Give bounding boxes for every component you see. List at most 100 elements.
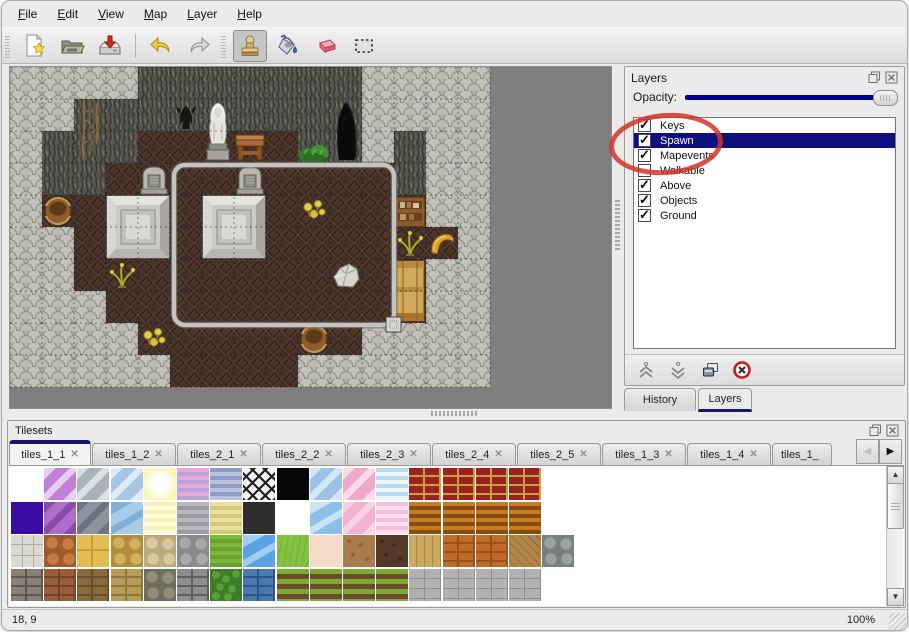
raise-layer-button[interactable] — [633, 358, 659, 382]
tileset-tile[interactable] — [77, 502, 109, 534]
scroll-tabs-right-button[interactable]: ▶ — [879, 439, 902, 464]
opacity-slider[interactable] — [685, 95, 896, 100]
layer-row-walkable[interactable]: Walkable — [634, 163, 895, 178]
toolbar-grip[interactable] — [5, 34, 10, 58]
layer-row-mapevents[interactable]: Mapevents — [634, 148, 895, 163]
tileset-tile[interactable] — [343, 569, 375, 601]
tileset-tile[interactable] — [44, 502, 76, 534]
tileset-tile[interactable] — [310, 569, 342, 601]
tileset-tile[interactable] — [210, 535, 242, 567]
tileset-tile[interactable] — [443, 468, 475, 500]
tileset-tile[interactable] — [409, 569, 441, 601]
layer-visibility-checkbox[interactable] — [638, 179, 651, 192]
tileset-tile[interactable] — [277, 535, 309, 567]
tileset-tile[interactable] — [409, 535, 441, 567]
tileset-picker[interactable]: ▲ ▼ — [9, 465, 904, 606]
close-tab-icon[interactable]: ✕ — [324, 449, 332, 460]
tileset-tile[interactable] — [343, 535, 375, 567]
tileset-tab-tiles_1_2[interactable]: tiles_1_2✕ — [92, 443, 176, 465]
dock-tab-history[interactable]: History — [624, 388, 696, 411]
close-tab-icon[interactable]: ✕ — [239, 449, 247, 460]
dock-tab-layers[interactable]: Layers — [698, 388, 752, 412]
layer-row-objects[interactable]: Objects — [634, 193, 895, 208]
tileset-tile[interactable] — [77, 535, 109, 567]
layer-row-above[interactable]: Above — [634, 178, 895, 193]
map-canvas[interactable] — [9, 66, 612, 409]
tileset-tile[interactable] — [409, 468, 441, 500]
tileset-tile[interactable] — [177, 502, 209, 534]
tileset-tab-tiles_1_4[interactable]: tiles_1_4✕ — [687, 443, 771, 465]
fill-tool-button[interactable] — [271, 30, 305, 62]
menu-view[interactable]: View — [88, 4, 134, 24]
tileset-tab-tiles_2_5[interactable]: tiles_2_5✕ — [517, 443, 601, 465]
tileset-tile[interactable] — [144, 502, 176, 534]
layer-visibility-checkbox[interactable] — [638, 134, 651, 147]
open-map-button[interactable] — [55, 30, 89, 62]
tileset-tile[interactable] — [310, 502, 342, 534]
tileset-tile[interactable] — [111, 468, 143, 500]
tileset-tile[interactable] — [44, 468, 76, 500]
float-panel-icon[interactable] — [869, 424, 882, 437]
tileset-tile[interactable] — [144, 535, 176, 567]
tileset-tile[interactable] — [177, 569, 209, 601]
eraser-tool-button[interactable] — [309, 30, 343, 62]
tileset-tile[interactable] — [210, 468, 242, 500]
tileset-tab-tiles_1[interactable]: tiles_1_ — [772, 443, 832, 465]
tileset-tile[interactable] — [476, 569, 508, 601]
close-tab-icon[interactable]: ✕ — [154, 449, 162, 460]
tileset-tile[interactable] — [77, 468, 109, 500]
layer-visibility-checkbox[interactable] — [638, 194, 651, 207]
tileset-tile[interactable] — [542, 535, 574, 567]
tileset-tile[interactable] — [144, 468, 176, 500]
tileset-tile[interactable] — [376, 468, 408, 500]
tileset-tile[interactable] — [144, 569, 176, 601]
menu-layer[interactable]: Layer — [177, 4, 227, 24]
tileset-tile[interactable] — [210, 569, 242, 601]
tileset-scrollbar[interactable]: ▲ ▼ — [886, 466, 903, 606]
save-map-button[interactable] — [93, 30, 127, 62]
opacity-slider-handle[interactable] — [873, 90, 898, 106]
tileset-tab-tiles_2_3[interactable]: tiles_2_3✕ — [347, 443, 431, 465]
lower-layer-button[interactable] — [665, 358, 691, 382]
layer-row-ground[interactable]: Ground — [634, 208, 895, 223]
scroll-up-button[interactable]: ▲ — [887, 466, 904, 484]
delete-layer-button[interactable] — [729, 358, 755, 382]
tileset-tile[interactable] — [343, 502, 375, 534]
vertical-splitter[interactable] — [615, 198, 620, 250]
new-map-button[interactable] — [17, 30, 51, 62]
menu-file[interactable]: File — [8, 4, 47, 24]
tileset-tile[interactable] — [343, 468, 375, 500]
tileset-tile[interactable] — [476, 502, 508, 534]
close-panel-icon[interactable] — [885, 71, 898, 84]
tileset-tile[interactable] — [111, 502, 143, 534]
close-panel-icon[interactable] — [886, 424, 899, 437]
tileset-tile[interactable] — [243, 502, 275, 534]
tileset-tile[interactable] — [509, 468, 541, 500]
tileset-tile[interactable] — [310, 535, 342, 567]
undo-button[interactable] — [144, 30, 178, 62]
redo-button[interactable] — [182, 30, 216, 62]
tileset-tile[interactable] — [443, 535, 475, 567]
layer-row-spawn[interactable]: Spawn — [634, 133, 895, 148]
tileset-tab-tiles_1_1[interactable]: tiles_1_1✕ — [9, 440, 91, 465]
layer-row-keys[interactable]: Keys — [634, 118, 895, 133]
menu-map[interactable]: Map — [134, 4, 177, 24]
scroll-tabs-left-button[interactable]: ◀ — [856, 439, 879, 464]
tileset-tab-tiles_2_4[interactable]: tiles_2_4✕ — [432, 443, 516, 465]
tileset-tile[interactable] — [243, 569, 275, 601]
tileset-tile[interactable] — [243, 535, 275, 567]
toolbar-grip[interactable] — [221, 34, 226, 58]
close-tab-icon[interactable]: ✕ — [70, 449, 78, 460]
tileset-tile[interactable] — [111, 569, 143, 601]
scrollbar-thumb[interactable] — [887, 483, 904, 529]
tileset-tile[interactable] — [476, 468, 508, 500]
tileset-tab-tiles_2_1[interactable]: tiles_2_1✕ — [177, 443, 261, 465]
tileset-tile[interactable] — [476, 535, 508, 567]
duplicate-layer-button[interactable] — [697, 358, 723, 382]
scroll-down-button[interactable]: ▼ — [887, 588, 904, 606]
tileset-tile[interactable] — [210, 502, 242, 534]
stamp-tool-button[interactable] — [233, 30, 267, 62]
layer-visibility-checkbox[interactable] — [638, 209, 651, 222]
menu-help[interactable]: Help — [227, 4, 272, 24]
tileset-tile[interactable] — [443, 502, 475, 534]
